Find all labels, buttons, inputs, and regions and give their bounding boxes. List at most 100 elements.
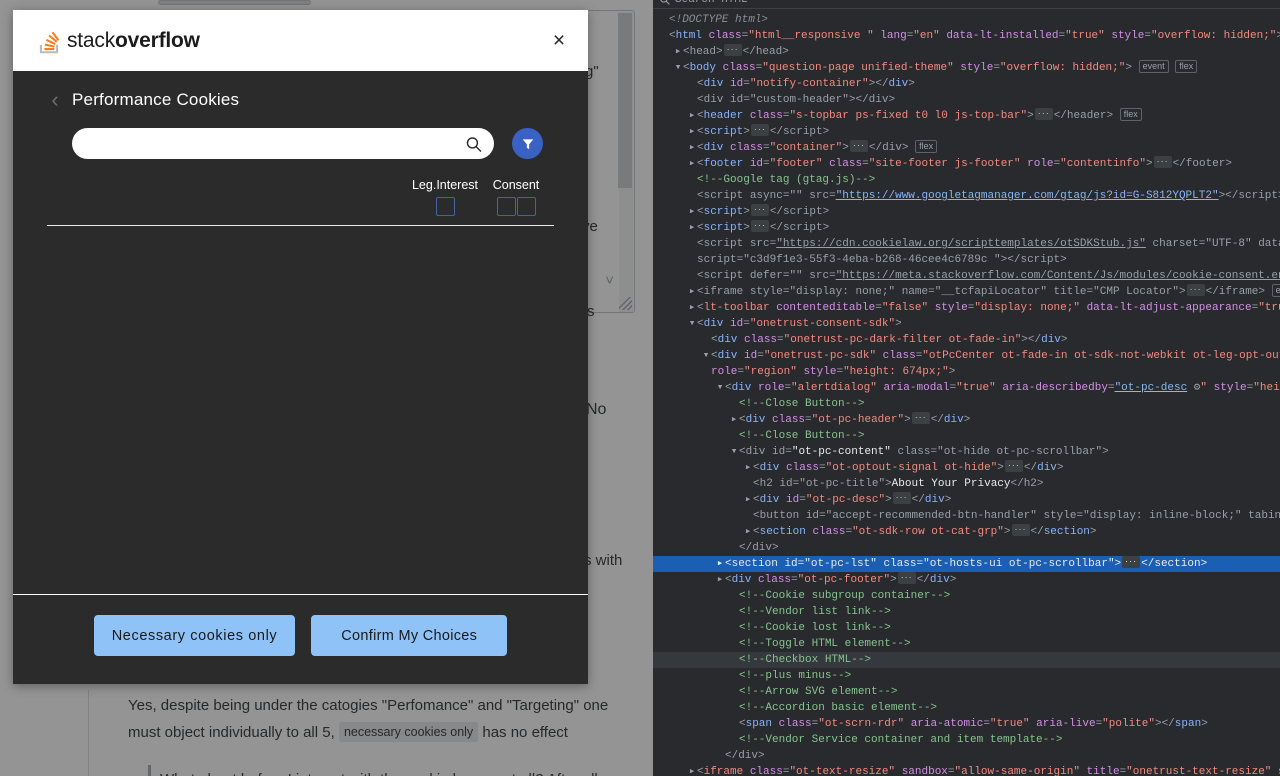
dom-tree-row[interactable]: ▸ <head> ··· </head> [653,44,1280,60]
dom-tree-row[interactable]: <span class="ot-scrn-rdr" aria-atomic="t… [653,716,1280,732]
dom-tree-row[interactable]: <script src="https://cdn.cookielaw.org/s… [653,236,1280,252]
chevron-left-icon[interactable]: ‹ [46,89,64,111]
collapse-arrow-icon[interactable]: ▾ [715,380,725,396]
expand-arrow-icon[interactable]: ▸ [715,572,725,588]
dom-tree-row[interactable]: </div> [653,748,1280,764]
dom-tree-row[interactable]: <html class="html__responsive " lang="en… [653,28,1280,44]
dom-tree-row[interactable]: ▾ <body class="question-page unified-them… [653,60,1280,76]
dom-tree[interactable]: <!DOCTYPE html> <html class="html__respo… [653,10,1280,776]
dom-tree-row[interactable]: ▸ <div class="ot-pc-footer"> ··· </div> [653,572,1280,588]
dom-tree-row[interactable]: ▾ <div id="onetrust-consent-sdk"> [653,316,1280,332]
column-header-leg-interest: Leg.Interest [411,178,478,192]
search-row [47,128,554,159]
dom-tree-row[interactable]: <!--Cookie subgroup container--> [653,588,1280,604]
expand-arrow-icon[interactable]: ▸ [687,140,697,156]
expand-arrow-icon[interactable]: ▸ [687,220,697,236]
confirm-my-choices-button[interactable]: Confirm My Choices [311,615,508,656]
dom-tree-row[interactable]: <div id="notify-container"></div> [653,76,1280,92]
expand-arrow-icon[interactable]: ▸ [743,524,753,540]
expand-arrow-icon[interactable]: ▸ [673,44,683,60]
expand-arrow-icon[interactable]: ▸ [687,764,697,776]
dom-tree-row[interactable]: <!DOCTYPE html> [653,12,1280,28]
stackoverflow-logo-icon [39,31,60,53]
dom-tree-row[interactable]: <!--Cookie lost link--> [653,620,1280,636]
stackoverflow-wordmark: stackoverflow [67,29,200,53]
dom-tree-row[interactable]: <!--Close Button--> [653,428,1280,444]
dom-tree-row[interactable]: <div id="custom-header"></div> [653,92,1280,108]
consent-checkbox-2[interactable] [516,197,536,216]
wordmark-overflow: overflow [115,28,200,52]
dom-tree-row-selected[interactable]: ▸ <section id="ot-pc-lst" class="ot-hosts… [653,556,1280,572]
dom-tree-row[interactable]: <div class="onetrust-pc-dark-filter ot-f… [653,332,1280,348]
expand-arrow-icon[interactable]: ▸ [687,108,697,124]
collapse-arrow-icon[interactable]: ▾ [729,444,739,460]
dom-tree-row[interactable]: ▸ <script> ··· </script> [653,124,1280,140]
expand-arrow-icon[interactable]: ▸ [687,156,697,172]
dom-tree-row[interactable]: ▸ <section class="ot-sdk-row ot-cat-grp">… [653,524,1280,540]
dom-tree-row[interactable]: <!--Arrow SVG element--> [653,684,1280,700]
expand-arrow-icon[interactable]: ▸ [729,412,739,428]
search-input[interactable] [72,128,494,159]
dom-tree-row[interactable]: <script defer="" src="https://meta.stack… [653,268,1280,284]
dom-tree-row[interactable]: <!--Accordion basic element--> [653,700,1280,716]
wordmark-stack: stack [67,28,116,52]
search-box[interactable] [72,128,494,159]
dom-tree-row[interactable]: <!--Vendor list link--> [653,604,1280,620]
expand-arrow-icon[interactable]: ▸ [687,284,697,300]
modal-body: ‹ Performance Cookies Leg.Interest Conse… [13,71,588,594]
devtools-search-bar[interactable]: Search HTML [653,0,1280,9]
dom-tree-row[interactable]: ▸ <iframe class="ot-text-resize" sandbox=… [653,764,1280,776]
expand-arrow-icon[interactable]: ▸ [743,492,753,508]
column-headers: Leg.Interest Consent [47,178,554,192]
dom-tree-row[interactable]: ▸ <iframe style="display: none;" name="__… [653,284,1280,300]
dom-tree-row[interactable]: ▸ <div class="ot-pc-header"> ··· </div> [653,412,1280,428]
collapse-arrow-icon[interactable]: ▾ [687,316,697,332]
dom-tree-row[interactable]: <h2 id="ot-pc-title">About Your Privacy<… [653,476,1280,492]
dom-tree-row[interactable]: ▸ <header class="s-topbar ps-fixed t0 l0 … [653,108,1280,124]
dom-tree-row[interactable]: ▸ <div class="ot-optout-signal ot-hide"> ·… [653,460,1280,476]
dom-tree-row[interactable]: <!--Close Button--> [653,396,1280,412]
dom-tree-row[interactable]: <!--plus minus--> [653,668,1280,684]
dom-tree-row[interactable]: script="c3d9f1e3-55f3-4eba-b268-46cee4c6… [653,252,1280,268]
dom-tree-row[interactable]: role="region" style="height: 674px;"> [653,364,1280,380]
dom-tree-row[interactable]: <!--Vendor Service container and item te… [653,732,1280,748]
expand-arrow-icon[interactable]: ▸ [687,204,697,220]
dom-tree-row[interactable]: ▸ <script> ··· </script> [653,220,1280,236]
dom-tree-row[interactable]: ▾ <div id="ot-pc-content" class="ot-hide … [653,444,1280,460]
dom-tree-row[interactable]: ▸ <lt-toolbar contenteditable="false" sty… [653,300,1280,316]
collapse-arrow-icon[interactable]: ▾ [701,348,711,364]
dom-tree-row[interactable]: ▸ <div class="container"> ··· </div> flex [653,140,1280,156]
collapse-arrow-icon[interactable]: ▾ [673,60,683,76]
dom-tree-row[interactable]: ▸ <script> ··· </script> [653,204,1280,220]
dom-tree-row[interactable]: <script async="" src="https://www.google… [653,188,1280,204]
dom-tree-row[interactable]: ▸ <div id="ot-pc-desc"> ··· </div> [653,492,1280,508]
consent-checkbox-1[interactable] [496,197,516,216]
expand-arrow-icon[interactable]: ▸ [715,556,725,572]
dom-tree-row[interactable]: <button id="accept-recommended-btn-handl… [653,508,1280,524]
expand-arrow-icon[interactable]: ▸ [687,300,697,316]
expand-arrow-icon[interactable]: ▸ [687,124,697,140]
close-icon[interactable]: × [542,24,576,58]
list-divider [47,225,554,226]
dom-tree-row[interactable]: <!--Toggle HTML element--> [653,636,1280,652]
dom-tree-row[interactable]: ▾ <div id="onetrust-pc-sdk" class="otPcCe… [653,348,1280,364]
leg-interest-checkbox[interactable] [435,197,455,216]
dom-tree-row[interactable]: </div> [653,540,1280,556]
filter-button[interactable] [512,128,543,159]
dom-tree-row[interactable]: <!--Google tag (gtag.js)--> [653,172,1280,188]
expand-arrow-icon[interactable]: ▸ [743,460,753,476]
screen-root: ˅ g" ve s No s with Yes, despite being u… [0,0,1280,776]
dom-tree-row[interactable]: ▾ <div role="alertdialog" aria-modal="tru… [653,380,1280,396]
necessary-cookies-only-button[interactable]: Necessary cookies only [93,615,296,656]
dom-tree-row[interactable]: ▸ <footer id="footer" class="site-footer … [653,156,1280,172]
dom-tree-row[interactable]: <!--Checkbox HTML--> [653,652,1280,668]
